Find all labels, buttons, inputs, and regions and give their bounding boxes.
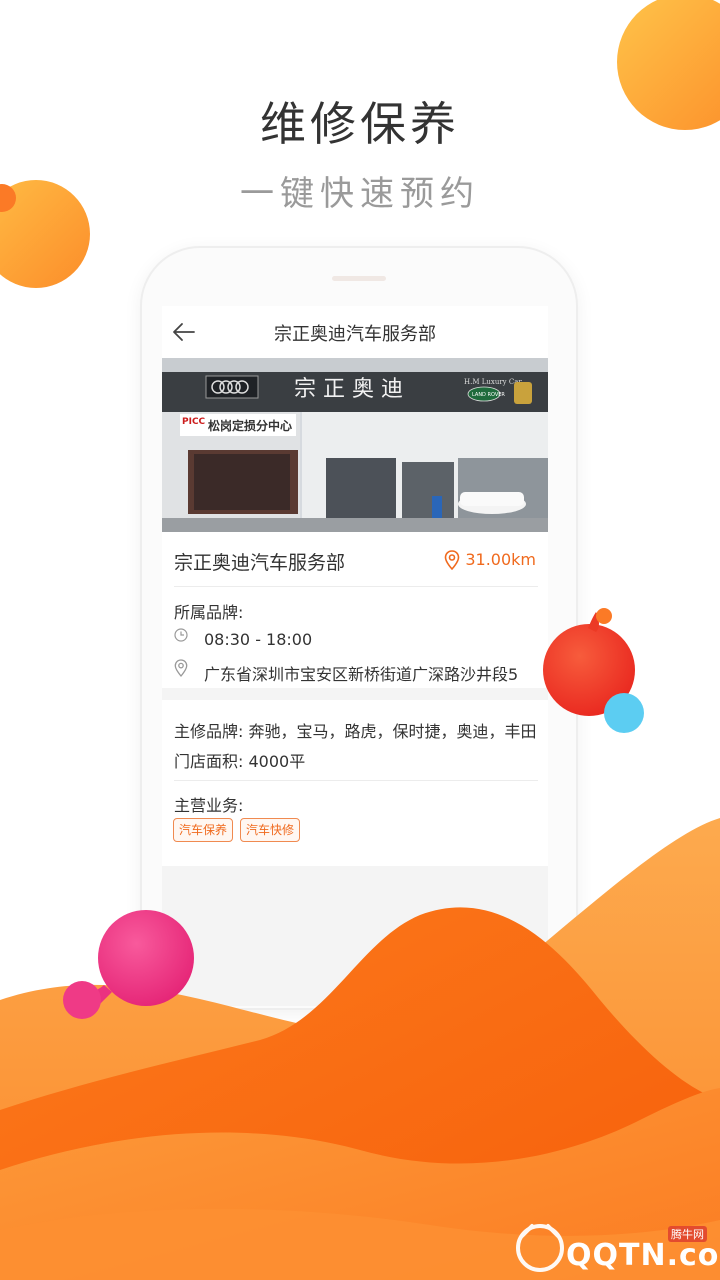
brand-label: 所属品牌: [174, 603, 244, 622]
audi-rings-icon [205, 375, 259, 399]
shop-photo[interactable]: 宗 正 奥 迪 H.M Luxury Car LAND ROVER PICC 松… [162, 358, 548, 532]
shop-distance: 31.00km [465, 550, 536, 569]
shop-info-card: 宗正奥迪汽车服务部 31.00km 所属品牌: 08:30 - 18:00 广东… [162, 532, 548, 688]
store-area: 门店面积: 4000平 [174, 752, 306, 771]
phone-speaker [332, 276, 386, 281]
bubble-blue [604, 693, 644, 733]
watermark-text: QQTN.com [566, 1238, 720, 1273]
svg-text:LAND ROVER: LAND ROVER [472, 392, 505, 398]
watermark-logo-icon [516, 1224, 564, 1272]
promo-subline: 一键快速预约 [240, 174, 480, 214]
tag-quick-repair[interactable]: 汽车快修 [240, 818, 301, 842]
svg-text:松岗定损分中心: 松岗定损分中心 [208, 418, 292, 433]
clock-icon [174, 628, 188, 642]
bubble-pink-small [63, 981, 101, 1019]
business-label: 主营业务: [174, 796, 244, 815]
bubble-red-small [596, 608, 612, 624]
divider [174, 586, 538, 587]
watermark-badge: 腾牛网 [668, 1226, 707, 1242]
svg-text:H.M Luxury Car: H.M Luxury Car [464, 378, 522, 386]
shop-name: 宗正奥迪汽车服务部 [174, 552, 346, 574]
tag-car-maintenance[interactable]: 汽车保养 [173, 818, 234, 842]
shop-details-card: 主修品牌: 奔驰，宝马，路虎，保时捷，奥迪，丰田 门店面积: 4000平 主营业… [162, 700, 548, 866]
nav-bar: 宗正奥迪汽车服务部 [162, 306, 548, 358]
app-screen: 宗正奥迪汽车服务部 宗 正 奥 迪 H.M Luxury Car LAND RO… [162, 306, 548, 1006]
shop-address: 广东省深圳市宝安区新桥街道广深路沙井段5 [204, 665, 519, 684]
divider [174, 780, 538, 781]
svg-text:PICC: PICC [182, 417, 206, 427]
business-hours: 08:30 - 18:00 [204, 630, 313, 649]
address-pin-icon [174, 659, 188, 677]
promo-headline: 维修保养 [260, 97, 460, 151]
svg-text:宗 正 奥 迪: 宗 正 奥 迪 [294, 377, 403, 402]
location-pin-icon [444, 550, 460, 570]
repair-brands: 主修品牌: 奔驰，宝马，路虎，保时捷，奥迪，丰田 [174, 722, 537, 741]
nav-title: 宗正奥迪汽车服务部 [274, 324, 436, 345]
